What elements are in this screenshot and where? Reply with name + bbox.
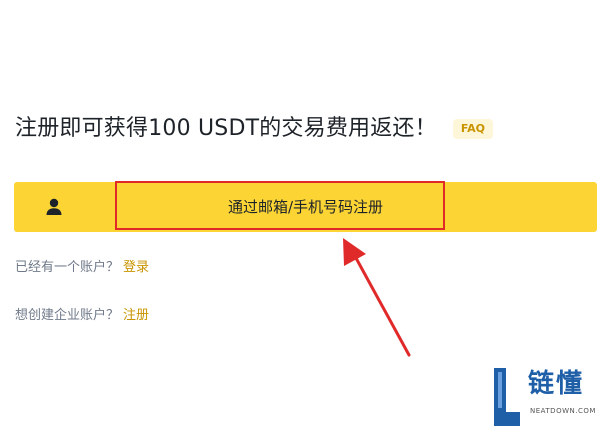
enterprise-signup-link[interactable]: 注册 bbox=[123, 308, 149, 323]
login-link[interactable]: 登录 bbox=[123, 260, 149, 275]
watermark-subtitle: NEATDOWN.COM bbox=[530, 407, 596, 415]
email-phone-signup-button[interactable]: 通过邮箱/手机号码注册 bbox=[14, 182, 597, 232]
arrow-head-icon bbox=[343, 238, 366, 266]
enterprise-prompt: 想创建企业账户？ 注册 bbox=[15, 306, 149, 326]
headline-text: 注册即可获得100 USDT的交易费用返还！ bbox=[15, 116, 437, 141]
headline: 注册即可获得100 USDT的交易费用返还！ FAQ bbox=[15, 113, 493, 145]
login-prompt: 已经有一个账户？ 登录 bbox=[15, 258, 149, 278]
faq-badge[interactable]: FAQ bbox=[452, 119, 493, 139]
login-prompt-text: 已经有一个账户？ bbox=[15, 260, 120, 275]
signup-button-label: 通过邮箱/手机号码注册 bbox=[227, 198, 384, 216]
enterprise-prompt-text: 想创建企业账户？ bbox=[15, 308, 120, 323]
arrow-shaft bbox=[354, 256, 411, 357]
watermark: 链懂 NEATDOWN.COM bbox=[492, 366, 605, 432]
watermark-title: 链懂 bbox=[528, 369, 585, 399]
watermark-logo-icon bbox=[494, 368, 520, 426]
